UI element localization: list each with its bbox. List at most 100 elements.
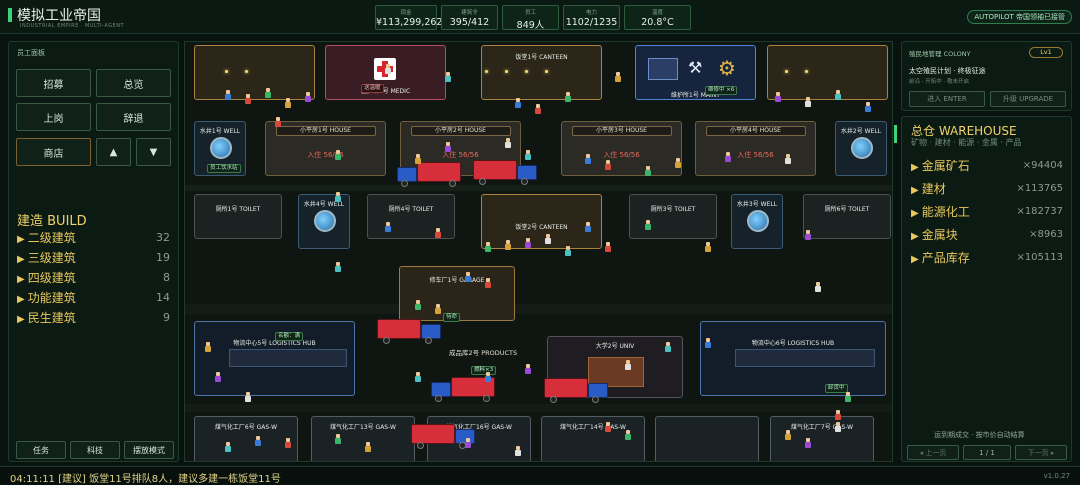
worker-sprite[interactable] xyxy=(585,154,591,164)
well-3[interactable]: 水井3号 WELL xyxy=(731,194,783,249)
worker-sprite[interactable] xyxy=(335,262,341,272)
tech-button[interactable]: 科技 xyxy=(70,441,120,459)
worker-sprite[interactable] xyxy=(225,90,231,100)
build-category-level3[interactable]: 三级建筑 19 xyxy=(17,249,170,265)
worker-sprite[interactable] xyxy=(705,242,711,252)
worker-sprite[interactable] xyxy=(665,342,671,352)
worker-sprite[interactable] xyxy=(245,392,251,402)
enter-button[interactable]: 进入 ENTER xyxy=(909,91,985,107)
worker-sprite[interactable] xyxy=(605,160,611,170)
worker-sprite[interactable] xyxy=(615,72,621,82)
worker-sprite[interactable] xyxy=(525,238,531,248)
worker-sprite[interactable] xyxy=(515,446,521,456)
autopilot-badge[interactable]: AUTOPILOT 帝国领袖已接管 xyxy=(967,10,1072,24)
worker-sprite[interactable] xyxy=(835,410,841,420)
worker-sprite[interactable] xyxy=(435,228,441,238)
toilet-3[interactable]: 厕所3号 TOILET xyxy=(629,194,717,239)
assign-button[interactable]: 上岗 xyxy=(16,103,91,131)
worker-sprite[interactable] xyxy=(605,242,611,252)
upgrade-button[interactable]: 升级 UPGRADE xyxy=(990,91,1066,107)
worker-sprite[interactable] xyxy=(565,92,571,102)
worker-sprite[interactable] xyxy=(335,434,341,444)
worker-sprite[interactable] xyxy=(505,240,511,250)
toilet-1[interactable]: 厕所1号 TOILET xyxy=(194,194,282,239)
worker-sprite[interactable] xyxy=(605,422,611,432)
worker-sprite[interactable] xyxy=(805,97,811,107)
worker-sprite[interactable] xyxy=(365,442,371,452)
worker-sprite[interactable] xyxy=(725,152,731,162)
tasks-button[interactable]: 任务 xyxy=(16,441,66,459)
build-category-function[interactable]: 功能建筑 14 xyxy=(17,289,170,305)
warehouse-item-ore[interactable]: 金属矿石 ×94404 xyxy=(911,156,1063,174)
canteen-left[interactable] xyxy=(194,45,315,100)
worker-sprite[interactable] xyxy=(255,436,261,446)
worker-sprite[interactable] xyxy=(565,246,571,256)
worker-sprite[interactable] xyxy=(445,72,451,82)
down-arrow-button[interactable]: ▼ xyxy=(136,138,171,166)
truck[interactable] xyxy=(473,160,537,185)
house-4[interactable]: 小平房4号 HOUSE 入住 56/56 xyxy=(695,121,816,176)
worker-sprite[interactable] xyxy=(215,372,221,382)
toilet-6[interactable]: 厕所6号 TOILET xyxy=(803,194,891,239)
worker-sprite[interactable] xyxy=(525,150,531,160)
worker-sprite[interactable] xyxy=(335,192,341,202)
worker-sprite[interactable] xyxy=(625,430,631,440)
worker-sprite[interactable] xyxy=(385,222,391,232)
worker-sprite[interactable] xyxy=(385,64,391,74)
dismiss-button[interactable]: 辞退 xyxy=(96,103,171,131)
worker-sprite[interactable] xyxy=(815,282,821,292)
worker-sprite[interactable] xyxy=(775,92,781,102)
worker-sprite[interactable] xyxy=(485,242,491,252)
worker-sprite[interactable] xyxy=(645,166,651,176)
truck[interactable] xyxy=(544,378,608,403)
worker-sprite[interactable] xyxy=(205,342,211,352)
worker-sprite[interactable] xyxy=(485,278,491,288)
prev-page-button[interactable]: ◂ 上一页 xyxy=(907,445,959,460)
worker-sprite[interactable] xyxy=(225,442,231,452)
overview-button[interactable]: 总览 xyxy=(96,69,171,97)
worker-sprite[interactable] xyxy=(465,272,471,282)
next-page-button[interactable]: 下一页 ▸ xyxy=(1015,445,1067,460)
worker-sprite[interactable] xyxy=(835,422,841,432)
worker-sprite[interactable] xyxy=(335,150,341,160)
worker-sprite[interactable] xyxy=(415,372,421,382)
worker-sprite[interactable] xyxy=(505,138,511,148)
maint-building[interactable]: ⚒ ⚙ 维护所1号 MAINT xyxy=(635,45,756,100)
worker-sprite[interactable] xyxy=(435,304,441,314)
worker-sprite[interactable] xyxy=(465,438,471,448)
worker-sprite[interactable] xyxy=(805,230,811,240)
worker-sprite[interactable] xyxy=(415,300,421,310)
truck[interactable] xyxy=(397,162,461,187)
gas-works-6[interactable]: 煤气化工厂6号 GAS-W xyxy=(194,416,298,461)
gas-works-13[interactable]: 煤气化工厂13号 GAS-W xyxy=(311,416,415,461)
worker-sprite[interactable] xyxy=(645,220,651,230)
warehouse-item-metal[interactable]: 金属块 ×8963 xyxy=(911,225,1063,243)
build-category-level2[interactable]: 二级建筑 32 xyxy=(17,229,170,245)
toilet-4[interactable]: 厕所4号 TOILET xyxy=(367,194,455,239)
truck[interactable] xyxy=(377,319,441,344)
worker-sprite[interactable] xyxy=(705,338,711,348)
worker-sprite[interactable] xyxy=(545,234,551,244)
worker-sprite[interactable] xyxy=(805,438,811,448)
worker-sprite[interactable] xyxy=(585,222,591,232)
worker-sprite[interactable] xyxy=(265,88,271,98)
game-map[interactable]: 医护所1号 MEDIC 饭堂1号 CANTEEN ⚒ ⚙ 维护所1号 MAINT… xyxy=(184,41,893,462)
worker-sprite[interactable] xyxy=(285,438,291,448)
worker-sprite[interactable] xyxy=(525,364,531,374)
worker-sprite[interactable] xyxy=(305,92,311,102)
worker-sprite[interactable] xyxy=(785,154,791,164)
worker-sprite[interactable] xyxy=(835,90,841,100)
worker-sprite[interactable] xyxy=(245,94,251,104)
warehouse-item-energy[interactable]: 能源化工 ×182737 xyxy=(911,202,1063,220)
worker-sprite[interactable] xyxy=(675,158,681,168)
worker-sprite[interactable] xyxy=(275,117,281,127)
worker-sprite[interactable] xyxy=(445,142,451,152)
gas-works-a[interactable] xyxy=(655,416,759,461)
worker-sprite[interactable] xyxy=(485,372,491,382)
worker-sprite[interactable] xyxy=(285,98,291,108)
worker-sprite[interactable] xyxy=(535,104,541,114)
shop-button[interactable]: 商店 xyxy=(16,138,91,166)
worker-sprite[interactable] xyxy=(625,360,631,370)
house-3[interactable]: 小平房3号 HOUSE 入住 56/56 xyxy=(561,121,682,176)
worker-sprite[interactable] xyxy=(845,392,851,402)
